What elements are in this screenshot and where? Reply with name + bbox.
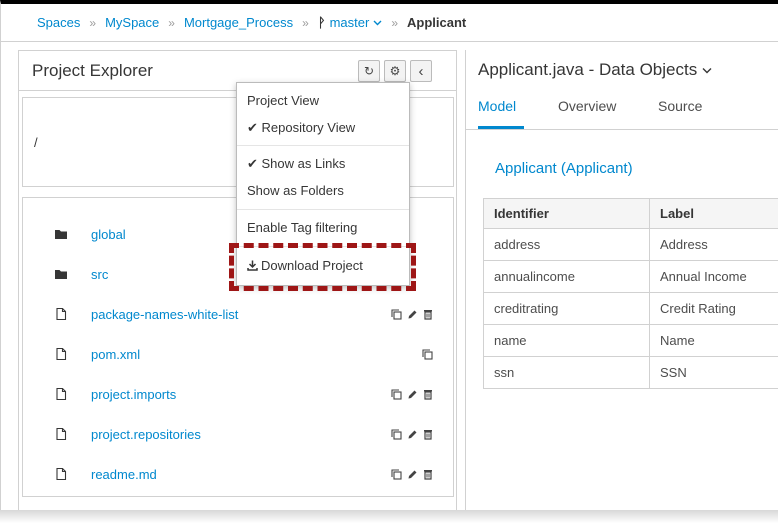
file-icon — [56, 347, 67, 361]
file-name[interactable]: project.repositories — [91, 427, 201, 442]
table-row[interactable]: ssn SSN — [483, 356, 778, 389]
data-objects-editor: Applicant.java - Data Objects Model Over… — [465, 50, 778, 510]
bottom-shadow — [0, 510, 778, 523]
trash-icon[interactable] — [423, 429, 433, 440]
editor-title[interactable]: Applicant.java - Data Objects — [478, 60, 712, 80]
breadcrumb-separator: » — [391, 15, 398, 30]
pencil-icon[interactable] — [407, 389, 418, 400]
trash-icon[interactable] — [423, 469, 433, 480]
field-identifier: address — [483, 228, 650, 261]
pencil-icon[interactable] — [407, 469, 418, 480]
branch-selector[interactable]: ᚹ master — [318, 15, 383, 30]
menu-divider — [237, 209, 409, 210]
breadcrumb-separator: » — [168, 15, 175, 30]
copy-icon[interactable] — [391, 468, 402, 480]
column-header-identifier: Identifier — [483, 198, 650, 229]
download-highlight-annotation — [229, 243, 416, 291]
file-row-package-names[interactable]: package-names-white-list — [23, 302, 453, 326]
file-name[interactable]: global — [91, 227, 126, 242]
table-header-row: Identifier Label — [483, 198, 778, 229]
folder-icon — [55, 230, 67, 239]
settings-button[interactable]: ⚙ — [384, 60, 406, 82]
table-row[interactable]: annualincome Annual Income — [483, 260, 778, 293]
refresh-icon: ↻ — [363, 64, 375, 78]
file-row-pom[interactable]: pom.xml — [23, 342, 453, 366]
menu-item-show-as-folders[interactable]: Show as Folders — [247, 183, 344, 198]
file-row-readme[interactable]: readme.md — [23, 462, 453, 486]
editor-tabs: Model Overview Source — [466, 90, 778, 130]
copy-icon[interactable] — [391, 428, 402, 440]
file-actions — [391, 428, 433, 440]
active-tab-indicator — [478, 126, 524, 129]
folder-icon — [55, 270, 67, 279]
editor-title-text: Applicant.java - Data Objects — [478, 60, 698, 79]
menu-item-enable-tag-filtering[interactable]: Enable Tag filtering — [247, 220, 357, 235]
menu-item-repository-view[interactable]: ✔ Repository View — [247, 120, 355, 136]
column-header-label: Label — [649, 198, 778, 229]
chevron-down-icon — [373, 20, 382, 25]
field-label: Address — [649, 228, 778, 261]
copy-icon[interactable] — [391, 308, 402, 320]
menu-item-project-view[interactable]: Project View — [247, 93, 319, 108]
menu-item-show-as-links[interactable]: ✔ Show as Links — [247, 156, 345, 172]
field-identifier: annualincome — [483, 260, 650, 293]
breadcrumb-separator: » — [89, 15, 97, 30]
copy-icon[interactable] — [391, 388, 402, 400]
field-identifier: ssn — [483, 356, 650, 389]
table-row[interactable]: address Address — [483, 228, 778, 261]
file-actions — [391, 388, 433, 400]
file-name[interactable]: package-names-white-list — [91, 307, 238, 322]
file-actions — [391, 468, 433, 480]
breadcrumb-separator: » — [302, 15, 309, 30]
file-actions — [422, 348, 433, 360]
current-path[interactable]: / — [34, 135, 38, 150]
tab-overview[interactable]: Overview — [558, 98, 616, 114]
field-identifier: name — [483, 324, 650, 357]
field-identifier: creditrating — [483, 292, 650, 325]
file-icon — [56, 307, 67, 321]
gear-icon: ⚙ — [389, 64, 401, 78]
fields-table: Identifier Label address Address annuali… — [483, 198, 778, 389]
field-label: SSN — [649, 356, 778, 389]
file-name[interactable]: readme.md — [91, 467, 157, 482]
field-label: Annual Income — [649, 260, 778, 293]
file-icon — [56, 427, 67, 441]
trash-icon[interactable] — [423, 389, 433, 400]
menu-divider — [237, 145, 409, 146]
field-label: Name — [649, 324, 778, 357]
collapse-panel-button[interactable]: ‹ — [410, 60, 432, 82]
file-name[interactable]: project.imports — [91, 387, 176, 402]
pencil-icon[interactable] — [407, 429, 418, 440]
breadcrumb-spaces[interactable]: Spaces — [37, 15, 80, 30]
tab-source[interactable]: Source — [658, 98, 702, 114]
file-row-project-imports[interactable]: project.imports — [23, 382, 453, 406]
panel-title: Project Explorer — [32, 60, 153, 80]
branch-name: master — [329, 15, 370, 30]
file-icon — [56, 467, 67, 481]
tab-model[interactable]: Model — [478, 98, 516, 114]
chevron-down-icon — [702, 67, 712, 73]
branch-icon: ᚹ — [317, 15, 326, 30]
file-icon — [56, 387, 67, 401]
copy-icon[interactable] — [422, 348, 433, 360]
pencil-icon[interactable] — [407, 309, 418, 320]
file-name[interactable]: pom.xml — [91, 347, 140, 362]
breadcrumb-project[interactable]: Mortgage_Process — [184, 15, 293, 30]
field-label: Credit Rating — [649, 292, 778, 325]
data-object-title[interactable]: Applicant (Applicant) — [495, 160, 633, 177]
file-name[interactable]: src — [91, 267, 108, 282]
file-row-project-repositories[interactable]: project.repositories — [23, 422, 453, 446]
table-row[interactable]: creditrating Credit Rating — [483, 292, 778, 325]
table-row[interactable]: name Name — [483, 324, 778, 357]
breadcrumb-space[interactable]: MySpace — [105, 15, 159, 30]
file-actions — [391, 308, 433, 320]
refresh-button[interactable]: ↻ — [358, 60, 380, 82]
breadcrumb-current: Applicant — [407, 15, 467, 30]
breadcrumb: Spaces » MySpace » Mortgage_Process » ᚹ … — [0, 4, 778, 42]
trash-icon[interactable] — [423, 309, 433, 320]
chevron-left-icon: ‹ — [418, 62, 424, 80]
